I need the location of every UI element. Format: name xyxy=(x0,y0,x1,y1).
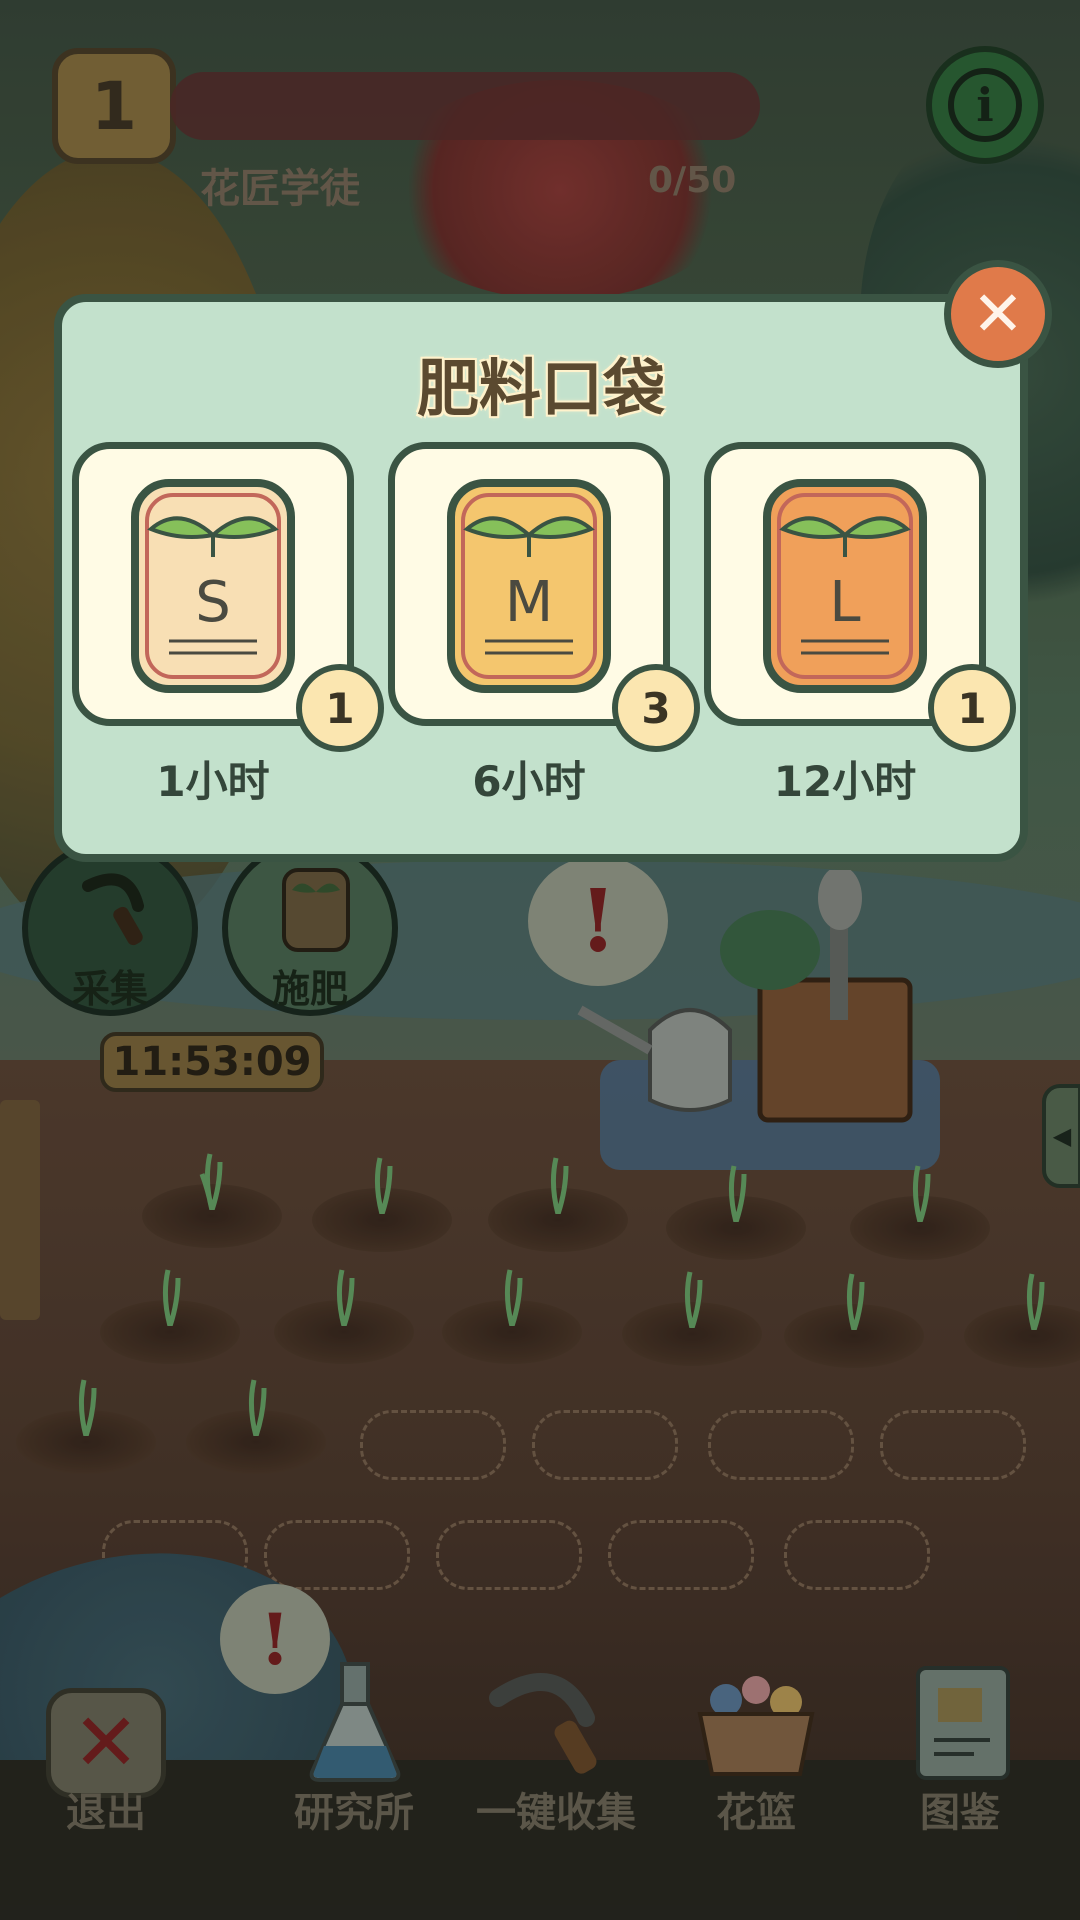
fertilizer-duration: 6小时 xyxy=(472,757,586,806)
close-icon: ✕ xyxy=(972,277,1024,350)
fertilizer-duration: 1小时 xyxy=(156,757,270,806)
fertilizer-bag-icon: L xyxy=(763,479,927,693)
size-letter: M xyxy=(505,570,553,635)
item-count-badge: 3 xyxy=(612,664,700,752)
dialog-title: 肥料口袋 xyxy=(416,352,665,425)
item-count-badge: 1 xyxy=(296,664,384,752)
dialog-close-button[interactable]: ✕ xyxy=(944,260,1052,368)
fertilizer-duration: 12小时 xyxy=(773,757,917,806)
size-letter: L xyxy=(829,570,860,635)
fertilizer-pouch-dialog: 肥料口袋 S 1 1小时 M 3 6小时 L 1 12小时 xyxy=(54,294,1028,862)
modal-dim-overlay[interactable] xyxy=(0,0,1080,1920)
fertilizer-bag-icon: S xyxy=(131,479,295,693)
item-count-badge: 1 xyxy=(928,664,1016,752)
size-letter: S xyxy=(195,570,231,635)
fertilizer-bag-icon: M xyxy=(447,479,611,693)
